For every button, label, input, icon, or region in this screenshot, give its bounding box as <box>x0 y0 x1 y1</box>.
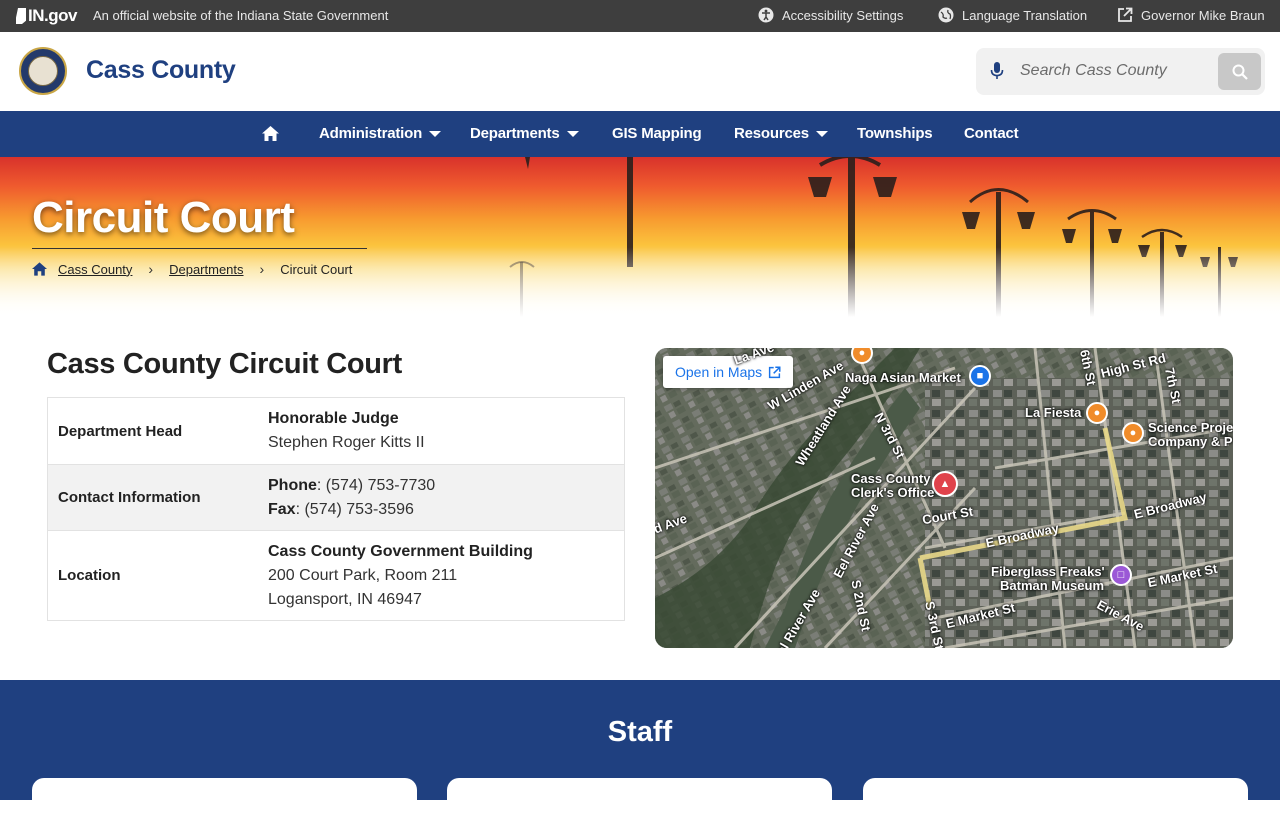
map-label-la-fiesta[interactable]: La Fiesta <box>1025 405 1081 420</box>
home-icon <box>262 126 279 141</box>
breadcrumb: Cass County › Departments › Circuit Cour… <box>32 261 352 277</box>
row-value: Honorable Judge Stephen Roger Kitts II <box>268 396 425 466</box>
museum-pin-icon[interactable]: □ <box>1110 564 1132 586</box>
chevron-right-icon: › <box>259 261 265 277</box>
globe-icon <box>938 7 954 23</box>
nav-home[interactable] <box>262 126 279 141</box>
nav-resources[interactable]: Resources <box>734 125 828 142</box>
external-link-icon <box>1117 7 1133 23</box>
home-icon[interactable] <box>32 262 47 276</box>
indiana-state-icon <box>16 8 26 24</box>
department-info-table: Department Head Honorable Judge Stephen … <box>47 397 625 621</box>
accessibility-icon <box>758 7 774 23</box>
breadcrumb-link-cass-county[interactable]: Cass County <box>58 262 132 277</box>
breadcrumb-link-departments[interactable]: Departments <box>169 262 243 277</box>
phone-label: Phone <box>268 476 317 494</box>
map-label-science-project-2[interactable]: Company & P <box>1148 434 1233 449</box>
page-title: Circuit Court <box>32 193 295 242</box>
microphone-icon[interactable] <box>990 62 1004 80</box>
in-gov-logo[interactable]: IN.gov <box>16 6 77 26</box>
staff-card[interactable] <box>863 778 1248 818</box>
main-nav: Administration Departments GIS Mapping R… <box>0 111 1280 157</box>
building-name: Cass County Government Building <box>268 542 533 560</box>
site-title[interactable]: Cass County <box>86 56 236 85</box>
chevron-down-icon <box>429 130 442 137</box>
table-row: Location Cass County Government Building… <box>48 530 624 620</box>
restaurant-pin-icon[interactable]: ● <box>1122 422 1144 444</box>
phone-number[interactable]: : (574) 753-7730 <box>317 477 435 494</box>
official-website-text: An official website of the Indiana State… <box>93 8 389 23</box>
nav-contact[interactable]: Contact <box>964 125 1019 142</box>
location-map[interactable]: Open in Maps ● ■ Naga Asian Market ● La … <box>655 348 1233 648</box>
search-icon <box>1232 64 1248 80</box>
staff-heading: Staff <box>607 716 673 748</box>
map-label-fiberglass-2[interactable]: Batman Museum <box>1000 578 1104 593</box>
nav-administration[interactable]: Administration <box>319 125 442 142</box>
street-address: 200 Court Park, Room 211 <box>268 566 458 584</box>
hero-banner: Circuit Court Cass County › Departments … <box>0 157 1280 317</box>
language-translation-link[interactable]: Language Translation <box>938 7 1087 23</box>
restaurant-pin-icon[interactable]: ● <box>1086 402 1108 424</box>
table-row: Department Head Honorable Judge Stephen … <box>48 398 624 464</box>
breadcrumb-current: Circuit Court <box>280 261 353 277</box>
staff-card[interactable] <box>447 778 832 818</box>
row-value: Phone: (574) 753-7730 Fax: (574) 753-359… <box>268 463 435 533</box>
table-row: Contact Information Phone: (574) 753-773… <box>48 464 624 530</box>
row-label: Department Head <box>58 422 183 440</box>
accessibility-settings-link[interactable]: Accessibility Settings <box>758 7 903 23</box>
gov-bar: IN.gov An official website of the Indian… <box>0 0 1280 32</box>
search-button[interactable] <box>1218 53 1261 90</box>
section-title: Cass County Circuit Court <box>47 348 403 380</box>
satellite-map-imagery <box>655 348 1233 648</box>
nav-townships[interactable]: Townships <box>857 125 933 142</box>
staff-card[interactable] <box>32 778 417 818</box>
nav-departments[interactable]: Departments <box>470 125 579 142</box>
chevron-down-icon <box>566 130 579 137</box>
fax-label: Fax <box>268 500 296 518</box>
staff-section: Staff <box>0 680 1280 818</box>
seal-emblem <box>28 56 58 86</box>
search-input[interactable] <box>1020 56 1205 86</box>
department-head-name: Stephen Roger Kitts II <box>268 434 425 451</box>
city-state-zip: Logansport, IN 46947 <box>268 590 422 608</box>
chevron-down-icon <box>815 130 828 137</box>
governor-link[interactable]: Governor Mike Braun <box>1117 7 1265 23</box>
open-in-maps-button[interactable]: Open in Maps <box>663 356 794 388</box>
map-label-science-project-1[interactable]: Science Proje <box>1148 420 1233 435</box>
search-box <box>976 48 1265 95</box>
map-label-naga-asian-market[interactable]: Naga Asian Market <box>845 370 961 385</box>
title-divider <box>32 248 367 249</box>
shopping-pin-icon[interactable]: ■ <box>969 365 991 387</box>
row-label: Location <box>58 567 121 584</box>
map-label-clerk-office-1[interactable]: Cass County <box>851 471 930 486</box>
nav-gis-mapping[interactable]: GIS Mapping <box>612 125 702 142</box>
site-header: Cass County <box>0 32 1280 111</box>
row-value: Cass County Government Building 200 Cour… <box>268 529 533 623</box>
map-label-fiberglass-1[interactable]: Fiberglass Freaks' <box>991 564 1105 579</box>
hero-fade <box>0 247 1280 317</box>
external-link-icon <box>769 365 781 378</box>
map-label-clerk-office-2[interactable]: Clerk's Office <box>851 485 934 500</box>
government-pin-icon[interactable]: ▲ <box>932 471 958 497</box>
county-seal-logo[interactable] <box>19 47 67 95</box>
row-label: Contact Information <box>58 489 201 506</box>
fax-number: : (574) 753-3596 <box>295 500 414 518</box>
chevron-right-icon: › <box>148 261 154 277</box>
department-head-title: Honorable Judge <box>268 410 399 427</box>
